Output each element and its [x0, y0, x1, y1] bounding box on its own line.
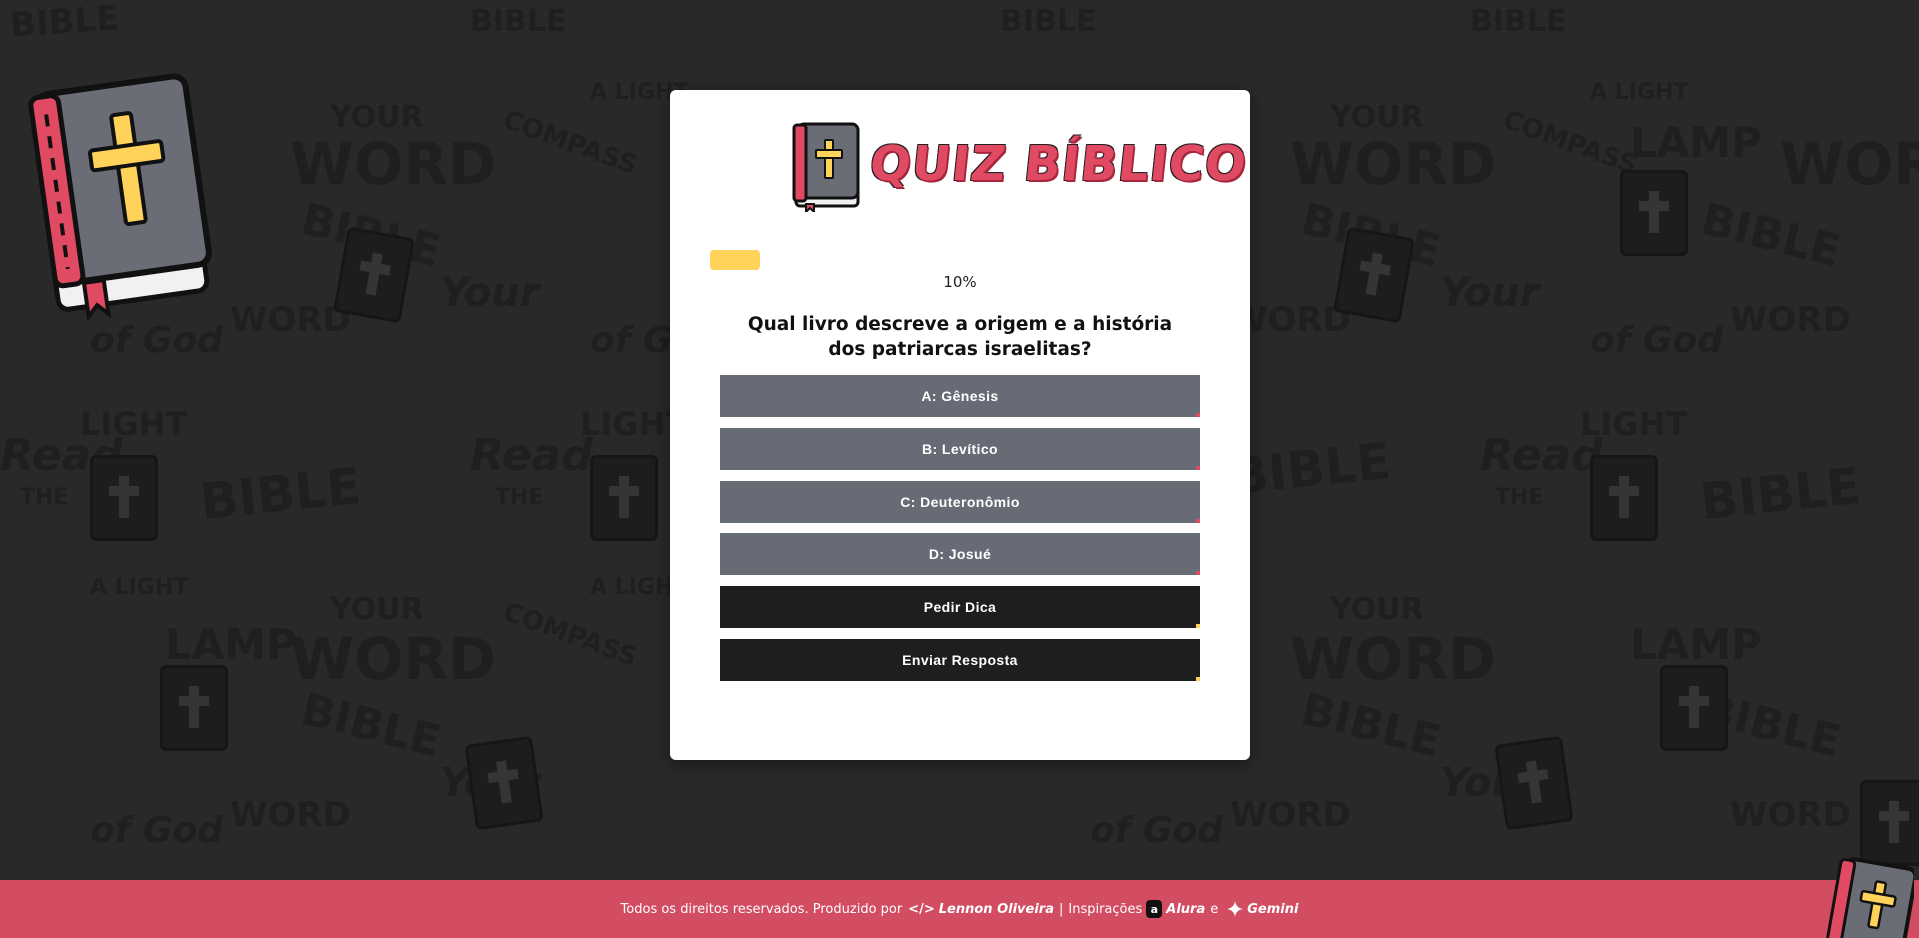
code-icon: </>	[908, 901, 935, 917]
option-c-button[interactable]: C: Deuteronômio	[720, 481, 1200, 523]
option-b-button[interactable]: B: Levítico	[720, 428, 1200, 470]
footer: Todos os direitos reservados. Produzido …	[0, 880, 1919, 938]
bible-book-icon	[1821, 857, 1914, 938]
author-link[interactable]: Lennon Oliveira	[939, 902, 1054, 917]
hint-button[interactable]: Pedir Dica	[720, 586, 1200, 628]
gemini-link[interactable]: Gemini	[1247, 902, 1298, 917]
quiz-card: QUIZ BÍBLICO 10% Qual livro descreve a o…	[670, 90, 1250, 760]
bible-book-icon	[28, 73, 212, 322]
quiz-logo: QUIZ BÍBLICO	[790, 120, 1250, 212]
alura-logo-icon: a	[1146, 900, 1163, 918]
gemini-sparkle-icon	[1227, 901, 1244, 917]
progress-fill	[710, 250, 760, 270]
inspirations-label: Inspirações	[1068, 901, 1143, 917]
bible-book-icon	[792, 122, 860, 212]
question-text: Qual livro descreve a origem e a históri…	[747, 314, 1173, 360]
alura-link[interactable]: Alura	[1166, 902, 1205, 917]
progress-bar	[710, 250, 1210, 270]
footer-conjunction: e	[1210, 901, 1219, 917]
footer-separator: |	[1058, 901, 1064, 917]
option-d-button[interactable]: D: Josué	[720, 533, 1200, 575]
footer-copyright: Todos os direitos reservados. Produzido …	[620, 901, 903, 917]
progress-label: 10%	[943, 273, 977, 291]
logo-title: QUIZ BÍBLICO	[867, 136, 1250, 192]
submit-answer-button[interactable]: Enviar Resposta	[720, 639, 1200, 681]
option-a-button[interactable]: A: Gênesis	[720, 375, 1200, 417]
